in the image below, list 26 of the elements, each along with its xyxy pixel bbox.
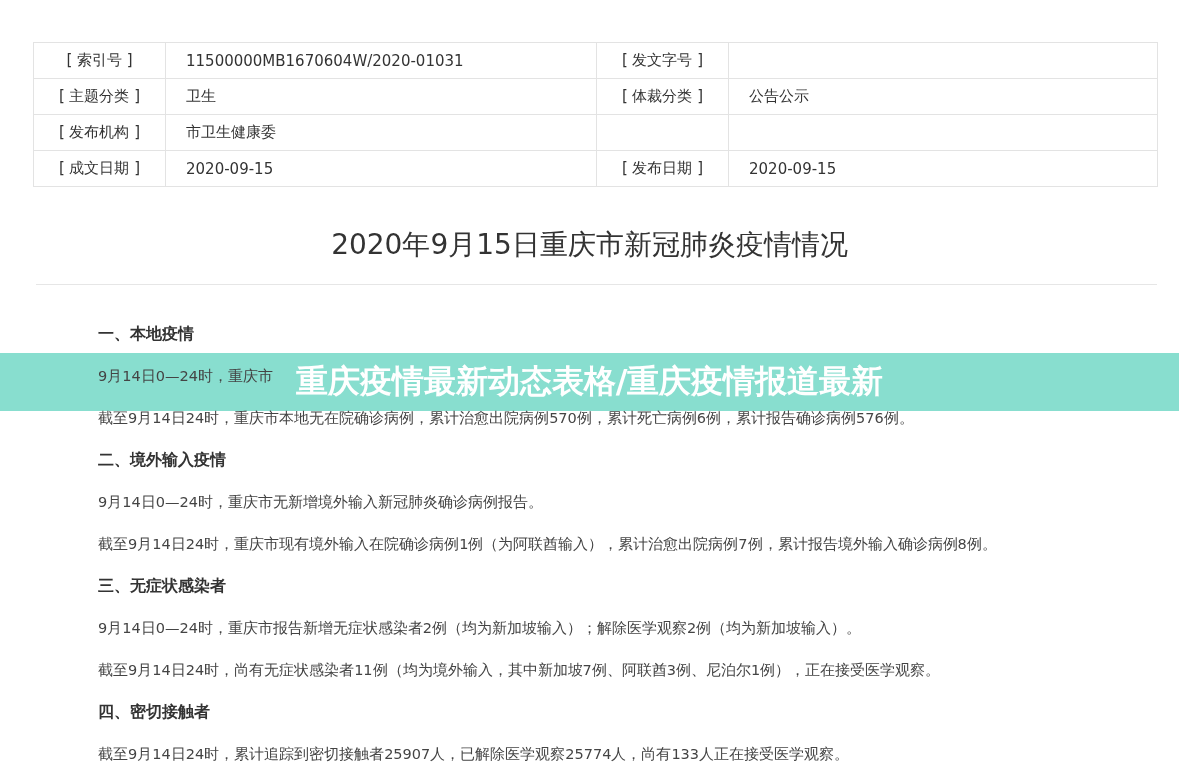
paragraph: 9月14日0—24时，重庆市: [98, 367, 273, 386]
field-value: 11500000MB1670604W/2020-01031: [186, 51, 464, 70]
banner-title: 重庆疫情最新动态表格/重庆疫情报道最新: [295, 361, 884, 402]
field-label: [ 发布机构 ]: [58, 123, 141, 141]
field-label: [ 主题分类 ]: [58, 87, 141, 105]
paragraph: 截至9月14日24时，累计追踪到密切接触者25907人，已解除医学观察25774人，尚有133人正在接受医学观察。: [98, 745, 850, 764]
section-heading: 二、境外输入疫情: [98, 449, 227, 471]
paragraph: 9月14日0—24时，重庆市报告新增无症状感染者2例（均为新加坡输入）；解除医学观察2例（均为新加坡输入）。: [98, 619, 862, 638]
field-value: 公告公示: [749, 87, 809, 105]
field-value: 市卫生健康委: [186, 123, 276, 141]
field-label: [ 索引号 ]: [66, 51, 133, 69]
field-label: [ 发布日期 ]: [621, 159, 704, 177]
paragraph: 截至9月14日24时，重庆市本地无在院确诊病例，累计治愈出院病例570例，累计死亡病例6例，累计报告确诊病例576例。: [98, 409, 914, 428]
field-value: 2020-09-15: [186, 159, 274, 178]
field-label: [ 成文日期 ]: [58, 159, 141, 177]
field-value: 2020-09-15: [749, 159, 837, 178]
field-value: 卫生: [186, 87, 216, 105]
paragraph: 截至9月14日24时，重庆市现有境外输入在院确诊病例1例（为阿联酋输入），累计治愈出院病例7例，累计报告境外输入确诊病例8例。: [98, 535, 997, 554]
field-label: [ 体裁分类 ]: [621, 87, 704, 105]
paragraph: 9月14日0—24时，重庆市无新增境外输入新冠肺炎确诊病例报告。: [98, 493, 543, 512]
section-heading: 一、本地疫情: [98, 323, 195, 345]
section-heading: 三、无症状感染者: [98, 575, 227, 597]
article-title: 2020年9月15日重庆市新冠肺炎疫情情况: [330, 227, 849, 263]
paragraph: 截至9月14日24时，尚有无症状感染者11例（均为境外输入，其中新加坡7例、阿联酋3例、尼泊尔1例），正在接受医学观察。: [98, 661, 941, 680]
field-label: [ 发文字号 ]: [621, 51, 704, 69]
section-heading: 四、密切接触者: [98, 701, 211, 723]
